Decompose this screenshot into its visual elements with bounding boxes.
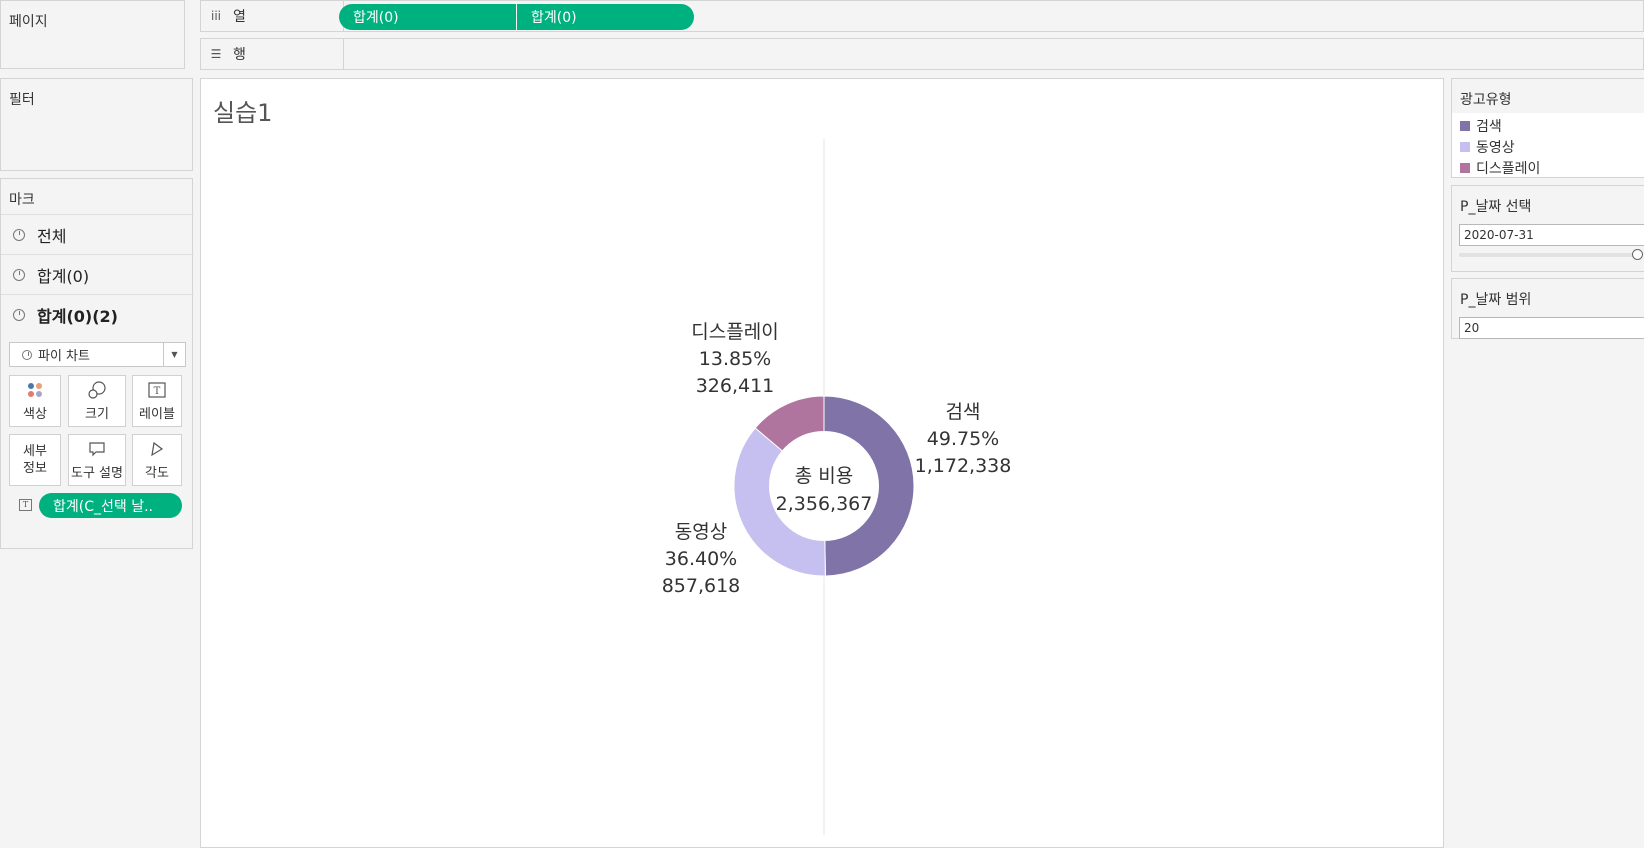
size-button-label: 크기 bbox=[85, 406, 109, 422]
date-select-input[interactable]: 2020-07-31 bbox=[1459, 224, 1644, 246]
slice-label-value: 326,411 bbox=[696, 375, 775, 397]
slice-label-percent: 13.85% bbox=[699, 348, 771, 370]
label-button[interactable]: T 레이블 bbox=[132, 375, 182, 427]
marks-layer-sum2[interactable]: 합계(0)(2) bbox=[1, 294, 194, 334]
column-pill-1[interactable]: 합계(0) bbox=[339, 4, 516, 30]
worksheet-view: 실습1 총 비용 2,356,367 검색 49.75% 1,172,338 동영상 3… bbox=[200, 78, 1444, 848]
slice-label-value: 1,172,338 bbox=[915, 455, 1012, 477]
marks-layer-sum2-label: 합계(0)(2) bbox=[37, 306, 118, 326]
pie-layer-icon bbox=[13, 228, 25, 241]
slice-label-name: 디스플레이 bbox=[691, 321, 778, 343]
date-slider-handle[interactable] bbox=[1632, 249, 1643, 260]
center-value: 2,356,367 bbox=[776, 493, 873, 515]
param-date-range-card: P_날짜 범위 20 bbox=[1451, 278, 1644, 339]
param-date-select-title: P_날짜 선택 bbox=[1460, 199, 1532, 215]
tooltip-icon bbox=[88, 440, 106, 458]
label-button-label: 레이블 bbox=[139, 406, 175, 422]
columns-shelf-text: 열 bbox=[233, 9, 246, 25]
detail-button[interactable]: 세부 정보 bbox=[9, 434, 61, 486]
slice-label-name: 검색 bbox=[946, 401, 981, 423]
legend-label: 동영상 bbox=[1476, 140, 1515, 156]
slice-label-value: 857,618 bbox=[662, 575, 741, 597]
color-icon bbox=[26, 381, 44, 399]
legend-swatch bbox=[1460, 121, 1470, 131]
label-icon: T bbox=[148, 381, 166, 399]
size-icon bbox=[87, 380, 107, 399]
detail-button-label: 세부 정보 bbox=[23, 444, 47, 476]
legend-card: 광고유형 검색 동영상 디스플레이 bbox=[1451, 78, 1644, 178]
legend-title: 광고유형 bbox=[1460, 92, 1512, 108]
marks-card-title: 마크 bbox=[9, 192, 35, 208]
color-button[interactable]: 색상 bbox=[9, 375, 61, 427]
legend-item-search[interactable]: 검색 bbox=[1460, 116, 1502, 136]
slice-label-percent: 36.40% bbox=[665, 548, 737, 570]
marks-layer-sum1-label: 합계(0) bbox=[37, 266, 90, 286]
slice-label-name: 동영상 bbox=[675, 521, 727, 543]
chevron-down-icon[interactable]: ▼ bbox=[163, 343, 185, 366]
pie-chart-icon bbox=[22, 349, 32, 360]
legend-label: 디스플레이 bbox=[1476, 161, 1541, 177]
pie-chart: 총 비용 2,356,367 검색 49.75% 1,172,338 동영상 36.40… bbox=[662, 139, 1012, 835]
tooltip-button[interactable]: 도구 설명 bbox=[68, 434, 126, 486]
param-date-range-title: P_날짜 범위 bbox=[1460, 292, 1532, 308]
center-label: 총 비용 bbox=[795, 465, 853, 487]
rows-shelf[interactable]: ☰ 행 bbox=[200, 38, 1644, 70]
field-pill-c-date[interactable]: 합계(C_선택 날.. bbox=[39, 493, 182, 518]
legend-swatch bbox=[1460, 142, 1470, 152]
filters-card[interactable]: 필터 bbox=[0, 78, 193, 171]
mark-type-dropdown[interactable]: 파이 차트 ▼ bbox=[9, 342, 186, 367]
angle-icon bbox=[149, 440, 165, 458]
legend-label: 검색 bbox=[1476, 119, 1502, 135]
rows-shelf-label: ☰ 행 bbox=[201, 39, 344, 69]
legend-item-display[interactable]: 디스플레이 bbox=[1460, 158, 1540, 178]
mark-type-label: 파이 차트 bbox=[38, 349, 90, 364]
pages-card-title: 페이지 bbox=[9, 14, 48, 30]
legend-item-video[interactable]: 동영상 bbox=[1460, 137, 1515, 157]
angle-button-label: 각도 bbox=[145, 465, 169, 481]
columns-icon: iii bbox=[210, 9, 221, 23]
marks-layer-all-label: 전체 bbox=[37, 226, 67, 246]
marks-layer-sum1[interactable]: 합계(0) bbox=[1, 254, 194, 294]
column-pill-2[interactable]: 합계(0) bbox=[517, 4, 694, 30]
date-slider-track[interactable] bbox=[1459, 253, 1639, 257]
text-field-icon: T bbox=[19, 499, 32, 511]
pie-layer-icon bbox=[13, 268, 25, 281]
columns-shelf[interactable]: iii 열 합계(0) 합계(0) bbox=[200, 0, 1644, 32]
pie-layer-icon bbox=[13, 308, 25, 321]
columns-shelf-label: iii 열 bbox=[201, 1, 344, 31]
date-range-input[interactable]: 20 bbox=[1459, 317, 1644, 339]
slice-label-percent: 49.75% bbox=[927, 428, 999, 450]
rows-icon: ☰ bbox=[210, 47, 222, 61]
filters-card-title: 필터 bbox=[9, 92, 35, 108]
angle-button[interactable]: 각도 bbox=[132, 434, 182, 486]
marks-card: 마크 전체 합계(0) 합계(0)(2) 파이 차트 ▼ 색상 크기 T 레이블… bbox=[0, 178, 194, 549]
size-button[interactable]: 크기 bbox=[68, 375, 126, 427]
pages-card: 페이지 bbox=[0, 0, 185, 69]
param-date-select-card: P_날짜 선택 2020-07-31 bbox=[1451, 185, 1644, 272]
marks-layer-all[interactable]: 전체 bbox=[1, 214, 194, 254]
svg-text:T: T bbox=[154, 386, 161, 397]
rows-shelf-text: 행 bbox=[233, 47, 246, 63]
tooltip-button-label: 도구 설명 bbox=[71, 465, 123, 481]
color-button-label: 색상 bbox=[23, 406, 47, 422]
legend-swatch bbox=[1460, 163, 1470, 173]
